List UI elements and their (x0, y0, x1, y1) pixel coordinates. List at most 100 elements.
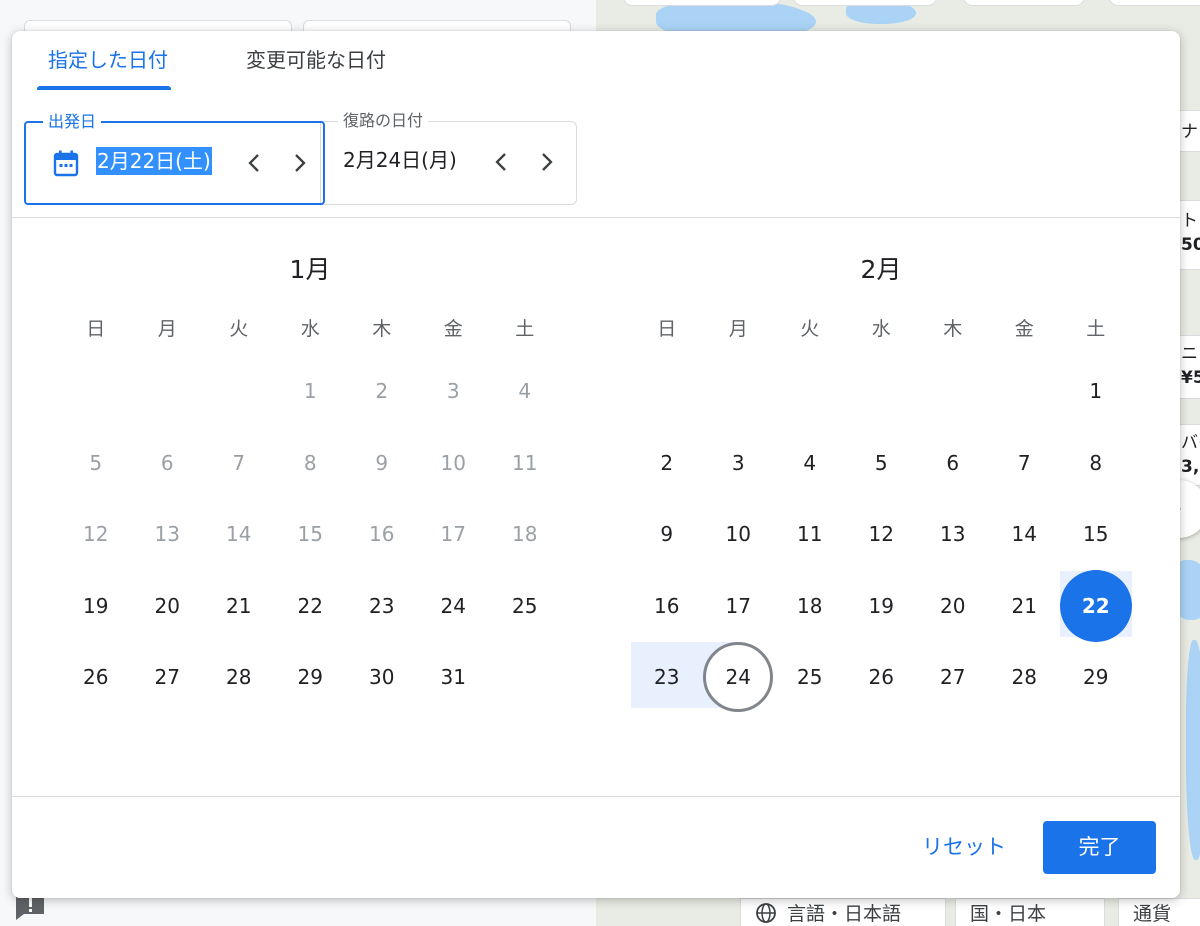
day-cell[interactable]: 29 (275, 645, 347, 709)
day-cell[interactable]: 6 (917, 431, 989, 495)
departure-prev-button[interactable] (240, 149, 268, 177)
day-cell: 13 (154, 522, 180, 546)
bg-map-filter (962, 0, 1086, 6)
weekday-label: 木 (943, 318, 963, 340)
day-cell[interactable]: 24 (418, 574, 490, 638)
day-cell[interactable]: 1 (1060, 359, 1132, 423)
day-cell[interactable]: 20 (917, 574, 989, 638)
bg-map-filter (792, 0, 938, 6)
day-cell: 9 (375, 450, 389, 475)
day-cell[interactable]: 14 (989, 502, 1061, 566)
chevron-left-icon (248, 154, 259, 172)
weekday-label: 日 (86, 318, 106, 340)
weekday-label: 金 (443, 318, 463, 340)
day-cell[interactable]: 10 (703, 502, 775, 566)
language-button[interactable]: 言語・日本語 (740, 898, 946, 926)
weekday-label: 火 (800, 318, 820, 340)
header-divider (12, 217, 1180, 218)
day-cell[interactable]: 30 (346, 645, 418, 709)
weekday-label: 月 (728, 318, 748, 340)
calendar-icon (53, 150, 79, 177)
date-picker-dialog: 指定した日付 変更可能な日付 出発日 2月22日(土) 復路の日付 2月24日(… (12, 31, 1180, 898)
day-cell: 2 (375, 379, 389, 403)
day-cell[interactable]: 26 (846, 645, 918, 709)
day-cell[interactable]: 29 (1060, 645, 1132, 709)
date-mode-tabs: 指定した日付 変更可能な日付 (12, 31, 1180, 91)
return-date-input[interactable]: 2月24日(月) (343, 146, 457, 174)
day-cell: 5 (89, 450, 103, 475)
day-cell: 14 (226, 522, 252, 546)
day-cell: 3 (446, 379, 460, 403)
day-cell: 6 (160, 450, 174, 475)
month-title-january: 1月 (289, 255, 331, 284)
day-cell[interactable]: 20 (132, 574, 204, 638)
day-cell[interactable]: 3 (703, 431, 775, 495)
day-cell[interactable]: 27 (132, 645, 204, 709)
day-cell[interactable]: 23 (631, 645, 703, 709)
day-cell[interactable]: 22 (275, 574, 347, 638)
currency-button[interactable]: 通貨 (1118, 898, 1200, 926)
day-cell[interactable]: 27 (917, 645, 989, 709)
day-cell[interactable]: 31 (418, 645, 490, 709)
active-tab-indicator (37, 86, 171, 90)
day-cell[interactable]: 5 (846, 431, 918, 495)
departure-next-button[interactable] (286, 149, 314, 177)
day-cell[interactable]: 28 (989, 645, 1061, 709)
reset-button[interactable]: リセット (910, 821, 1018, 873)
day-cell[interactable]: 23 (346, 574, 418, 638)
bg-map-filter (622, 0, 782, 6)
day-cell-departure[interactable]: 22 (1060, 574, 1132, 638)
day-cell[interactable]: 21 (989, 574, 1061, 638)
date-fields: 出発日 2月22日(土) 復路の日付 2月24日(月) (24, 110, 577, 205)
return-date-field[interactable]: 復路の日付 2月24日(月) (320, 110, 577, 205)
tab-specific-dates[interactable]: 指定した日付 (48, 46, 168, 74)
day-cell[interactable]: 15 (1060, 502, 1132, 566)
day-cell[interactable]: 2 (631, 431, 703, 495)
globe-icon (756, 902, 776, 923)
day-cell[interactable]: 25 (774, 645, 846, 709)
departure-label: 出発日 (43, 111, 102, 133)
country-button[interactable]: 国・日本 (955, 898, 1105, 926)
day-cell: 17 (440, 522, 466, 546)
departure-date-field[interactable]: 出発日 2月22日(土) (24, 111, 325, 205)
day-cell[interactable]: 16 (631, 574, 703, 638)
weekday-label: 月 (157, 318, 177, 340)
day-cell: 18 (512, 522, 538, 546)
day-cell[interactable]: 12 (846, 502, 918, 566)
day-cell-return[interactable]: 24 (703, 645, 775, 709)
day-cell: 10 (440, 450, 466, 475)
chevron-right-icon (542, 153, 553, 171)
day-cell[interactable]: 21 (203, 574, 275, 638)
day-cell[interactable]: 13 (917, 502, 989, 566)
weekday-label: 水 (871, 318, 891, 340)
footer-divider (12, 796, 1180, 797)
day-cell: 8 (303, 450, 317, 475)
weekday-label: 金 (1014, 318, 1034, 340)
day-cell[interactable]: 18 (774, 574, 846, 638)
day-cell[interactable]: 11 (774, 502, 846, 566)
weekday-label: 水 (300, 318, 320, 340)
day-cell[interactable]: 7 (989, 431, 1061, 495)
day-cell[interactable]: 17 (703, 574, 775, 638)
return-next-button[interactable] (533, 148, 561, 176)
day-cell[interactable]: 28 (203, 645, 275, 709)
return-prev-button[interactable] (487, 148, 515, 176)
day-cell[interactable]: 19 (60, 574, 132, 638)
chevron-left-icon (495, 153, 506, 171)
day-cell: 16 (369, 522, 395, 546)
day-cell[interactable]: 4 (774, 431, 846, 495)
done-button[interactable]: 完了 (1043, 821, 1156, 874)
day-cell: 11 (512, 450, 538, 475)
weekday-label: 土 (515, 318, 535, 340)
day-cell: 1 (303, 379, 317, 403)
day-cell[interactable]: 8 (1060, 431, 1132, 495)
tab-flexible-dates[interactable]: 変更可能な日付 (246, 46, 386, 74)
day-cell[interactable]: 9 (631, 502, 703, 566)
bg-map-filter (1108, 0, 1200, 6)
day-cell: 12 (83, 522, 109, 546)
day-cell[interactable]: 25 (489, 574, 561, 638)
chevron-right-icon (295, 154, 306, 172)
departure-date-input[interactable]: 2月22日(土) (96, 147, 212, 175)
day-cell[interactable]: 19 (846, 574, 918, 638)
day-cell[interactable]: 26 (60, 645, 132, 709)
